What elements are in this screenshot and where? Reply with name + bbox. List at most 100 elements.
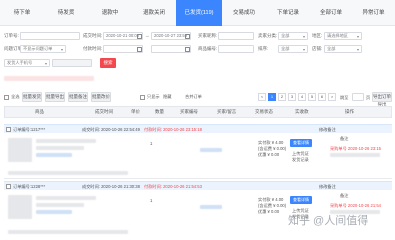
order-2-receiver: 采购单号 2020-10-26 21:54: [330, 203, 381, 208]
page-jump-input[interactable]: [352, 93, 364, 101]
search-button[interactable]: 搜索: [100, 58, 116, 68]
order-2-qty: 1: [150, 198, 153, 203]
order-2-address-blurred: [8, 230, 128, 234]
calendar-icon: [137, 46, 142, 52]
page-unit-label: 页: [366, 95, 371, 100]
filter-link[interactable]: 隐藏: [163, 94, 171, 100]
order-1-deal-time: 成交时间: 2020-10-26 22:54:49: [82, 126, 140, 132]
goods-input[interactable]: [218, 45, 254, 53]
notice-blurred: [4, 76, 94, 81]
order-1-remark-link[interactable]: 修改备注: [319, 126, 336, 134]
order-1-shiplog-link[interactable]: 发货记录: [292, 157, 309, 163]
batch-ship-button[interactable]: 批量发货: [22, 92, 42, 102]
tab-completed[interactable]: 交易成功: [222, 0, 266, 26]
th-deal-time: 成交时间: [95, 109, 113, 114]
order-1-checkbox[interactable]: [6, 126, 11, 132]
time-sep: →: [145, 33, 150, 38]
page-4-button[interactable]: 4: [298, 93, 306, 101]
extra-select[interactable]: 发货人手机号: [4, 59, 50, 67]
select-all-label: 全选: [11, 94, 20, 99]
tab-abnormal-orders[interactable]: 异常订单: [352, 0, 395, 26]
page-1-button[interactable]: 1: [268, 93, 276, 101]
batch-remark-button[interactable]: 批量备注: [68, 92, 88, 102]
order-2-deal-time: 成交时间: 2020-10-26 21:30:38: [82, 183, 140, 189]
extra-input[interactable]: [52, 59, 92, 67]
chevron-down-icon: [61, 49, 63, 51]
product-links-blurred: [36, 210, 72, 214]
merge-link[interactable]: 合并订单: [185, 94, 202, 100]
filter-row-1: 订单号: 成交时间: 2020-10-21 00:00 → 2020-10-27…: [0, 31, 395, 43]
order-2-number: 订单编号:1228***: [13, 183, 46, 189]
order-2-note-label: 备注: [340, 193, 349, 198]
order-1-header: 订单编号:1217*** 成交时间: 2020-10-26 22:54:49 付…: [4, 124, 392, 133]
filter-row-2: 问题订单: 不显示问题订单 付款时间: 商品编号: 排序: 全部 店铺: 全部: [0, 44, 395, 56]
row-divider: [4, 178, 392, 179]
product-title-blurred: [36, 196, 96, 200]
page-2-button[interactable]: 2: [278, 93, 286, 101]
order-1-receiver-blurred: [330, 153, 380, 157]
chevron-down-icon: [357, 36, 359, 38]
chevron-down-icon: [357, 49, 359, 51]
order-1-address-blurred: [8, 171, 128, 175]
tab-order-log[interactable]: 下单记录: [266, 0, 310, 26]
tab-shipped[interactable]: 已发货(119): [176, 0, 222, 26]
order-2-detail-button[interactable]: 查看详情: [290, 196, 312, 204]
flag-select[interactable]: 不显示问题订单: [20, 45, 66, 53]
product-title-blurred: [36, 139, 96, 143]
th-goods: 商品: [35, 109, 44, 114]
order-id-input[interactable]: [20, 32, 80, 40]
deal-time-label: 成交时间:: [83, 33, 103, 38]
th-qty: 数量: [155, 109, 164, 114]
tab-refunding[interactable]: 退款中: [88, 0, 132, 26]
th-buyer-msg: 买家/留言: [217, 109, 237, 114]
calendar-icon: [185, 46, 190, 52]
filter-row-3: 发货人手机号 搜索 清空: [0, 58, 395, 70]
tab-refund-closed[interactable]: 退款关闭: [132, 0, 176, 26]
select-all-checkbox[interactable]: [4, 94, 9, 100]
th-buyer-no: 买家编号: [180, 109, 198, 114]
batch-price-button[interactable]: 批量改价: [91, 92, 111, 102]
tab-pending-order[interactable]: 待下单: [0, 0, 44, 26]
order-1-qty: 1: [150, 141, 153, 146]
calendar-icon: [185, 33, 190, 39]
product-thumbnail: [8, 138, 32, 162]
calendar-icon: [137, 33, 142, 39]
order-2-remark-link[interactable]: 修改备注: [319, 183, 336, 191]
order-1-note-label: 备注: [340, 136, 349, 141]
order-1-detail-button[interactable]: 查看详情: [290, 139, 312, 147]
tab-pending-ship[interactable]: 待发货: [44, 0, 88, 26]
source-label: 店铺:: [312, 46, 323, 51]
product-spec-blurred: [36, 146, 84, 150]
page-6-button[interactable]: 6: [318, 93, 326, 101]
th-price: 单价: [131, 109, 140, 114]
page-prev-button[interactable]: <: [258, 93, 266, 101]
goods-label: 商品编号:: [198, 46, 218, 51]
seller-label: 卖家分类:: [258, 33, 278, 38]
buyer-input[interactable]: [218, 32, 254, 40]
order-1-number: 订单编号:1217***: [13, 126, 46, 132]
order-2-header: 订单编号:1228*** 成交时间: 2020-10-26 21:30:38 付…: [4, 181, 392, 190]
product-links-blurred: [36, 153, 72, 157]
order-id-label: 订单号:: [4, 33, 19, 38]
product-spec-blurred: [36, 203, 84, 207]
buyer-label: 买家昵称:: [198, 33, 218, 38]
download-button[interactable]: 导出订单导出: [372, 92, 392, 107]
page-3-button[interactable]: 3: [288, 93, 296, 101]
th-status: 交易状态: [255, 109, 273, 114]
filter-checkbox[interactable]: [140, 94, 145, 100]
order-1-pay-time: 付款时间: 2020-10-26 23:15:18: [144, 126, 202, 132]
order-2-checkbox[interactable]: [6, 183, 11, 189]
page-next-button[interactable]: >: [328, 93, 336, 101]
order-2-pay-time: 付款时间: 2020-10-26 21:54:53: [144, 183, 202, 189]
order-1-discount: 优惠 ¥ 0.00: [258, 152, 280, 157]
buyer-blurred: [200, 205, 222, 209]
table-header: 商品 成交时间 单价 数量 买家编号 买家/留言 交易状态 实收款 操作: [4, 106, 392, 118]
batch-export-button[interactable]: 批量导出: [45, 92, 65, 102]
page-5-button[interactable]: 5: [308, 93, 316, 101]
order-status-tabs: 待下单 待发货 退款中 退款关闭 已发货(119) 交易成功 下单记录 全部订单…: [0, 0, 395, 26]
order-1-receiver: 采购单号 2020-10-26 23:15: [330, 146, 381, 151]
page-jump-label: 跳至: [340, 95, 349, 100]
filter-check-label: 只显示: [147, 94, 160, 99]
tab-all-orders[interactable]: 全部订单: [310, 0, 352, 26]
chevron-down-icon: [45, 63, 47, 65]
